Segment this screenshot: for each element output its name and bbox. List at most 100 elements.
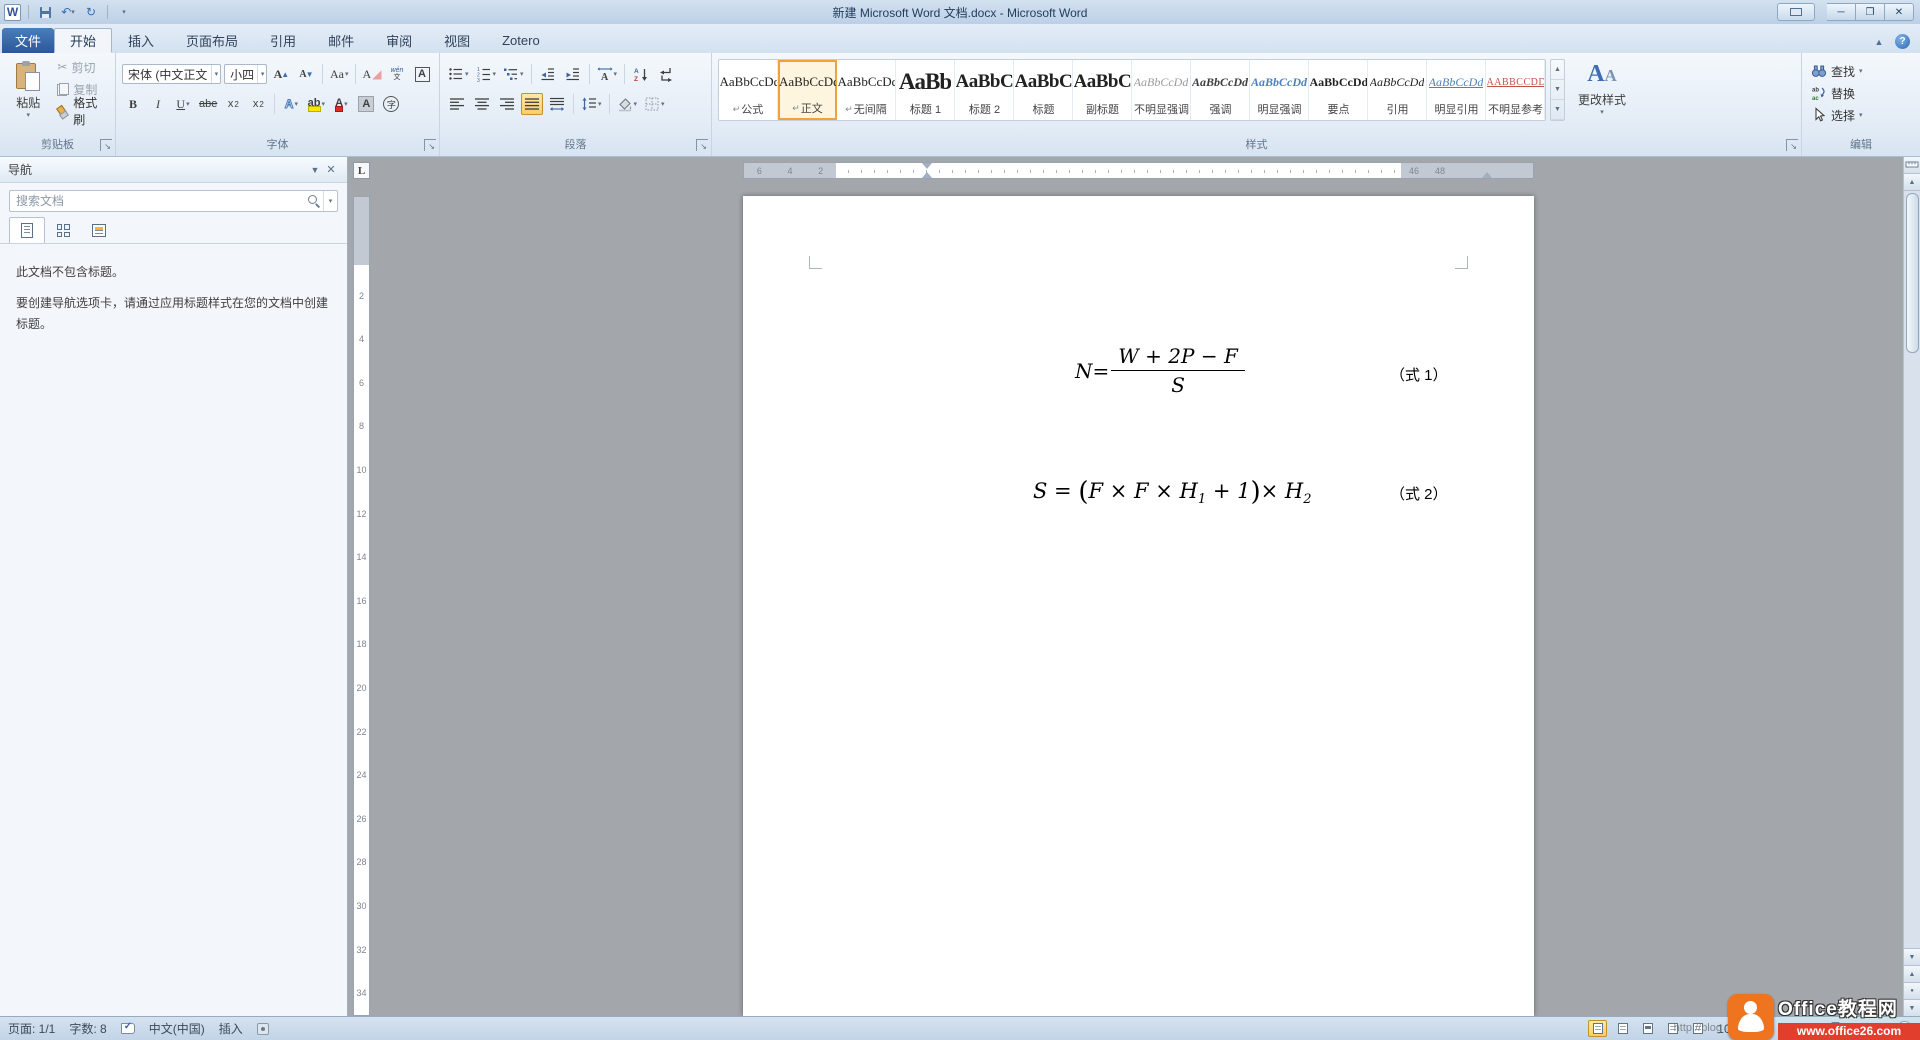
grow-font-button[interactable]: A▲	[270, 63, 292, 85]
clipboard-dialog-launcher[interactable]: ↘	[100, 139, 112, 151]
format-painter-button[interactable]: 格式刷	[54, 101, 109, 121]
tab-browse-headings[interactable]	[9, 217, 45, 243]
ribbon-tab[interactable]: 开始	[54, 28, 112, 53]
tab-browse-pages[interactable]	[45, 217, 81, 243]
proofing-status[interactable]	[121, 1023, 135, 1034]
line-spacing-button[interactable]: ▾	[579, 93, 604, 115]
show-hide-marks-button[interactable]	[655, 63, 677, 85]
style-item[interactable]: AaBbC 标题	[1014, 60, 1073, 120]
ribbon-tab[interactable]: 邮件	[312, 28, 370, 53]
style-item[interactable]: AaBb 标题 1	[896, 60, 955, 120]
style-item[interactable]: AaBbC 副标题	[1073, 60, 1132, 120]
paste-button[interactable]: 粘贴 ▾	[6, 57, 50, 131]
gallery-expand-icon[interactable]: ▼	[1551, 100, 1564, 120]
cut-button[interactable]: ✂剪切	[54, 57, 109, 77]
navigation-pane-close-icon[interactable]: ✕	[323, 162, 339, 178]
highlight-color-button[interactable]: ab▾	[305, 93, 327, 115]
page-indicator[interactable]: 页面: 1/1	[8, 1020, 55, 1037]
vertical-scrollbar[interactable]: ▲ ▼ ▲ ● ▼	[1903, 157, 1920, 1016]
multilevel-list-button[interactable]: ▾	[501, 63, 526, 85]
character-border-button[interactable]: A	[411, 63, 433, 85]
clear-formatting-button[interactable]: A◢	[361, 63, 383, 85]
search-input[interactable]	[10, 194, 305, 208]
style-item[interactable]: AaBbCcDd 强调	[1191, 60, 1250, 120]
change-styles-button[interactable]: AA 更改样式 ▾	[1569, 59, 1635, 133]
style-item[interactable]: AaBbCcDd 引用	[1368, 60, 1427, 120]
numbering-button[interactable]: ▾	[474, 63, 499, 85]
gallery-scroll-up-icon[interactable]: ▲	[1551, 60, 1564, 80]
select-button[interactable]: 选择▾	[1808, 105, 1914, 125]
bold-button[interactable]: B	[122, 93, 144, 115]
word-count[interactable]: 字数: 8	[69, 1020, 106, 1037]
tab-browse-results[interactable]	[81, 217, 117, 243]
left-indent-marker[interactable]	[922, 167, 932, 178]
search-icon[interactable]	[305, 192, 323, 210]
macro-record-button[interactable]	[257, 1023, 269, 1035]
horizontal-ruler[interactable]: 642 4648	[743, 162, 1534, 179]
tab-stop-selector[interactable]: L	[353, 162, 370, 179]
scroll-up-icon[interactable]: ▲	[1904, 174, 1920, 191]
save-button[interactable]	[36, 3, 54, 21]
right-indent-marker[interactable]	[1482, 167, 1492, 178]
text-effects-button[interactable]: A▾	[280, 93, 302, 115]
scrollbar-thumb[interactable]	[1906, 193, 1919, 353]
style-item[interactable]: AaBbCcDd ↵正文	[778, 60, 837, 120]
italic-button[interactable]: I	[147, 93, 169, 115]
style-item[interactable]: AaBbCcDd ↵公式	[719, 60, 778, 120]
align-center-button[interactable]	[471, 93, 493, 115]
font-dialog-launcher[interactable]: ↘	[424, 139, 436, 151]
language-indicator[interactable]: 中文(中国)	[149, 1020, 205, 1037]
align-left-button[interactable]	[446, 93, 468, 115]
font-size-combo[interactable]: 小四▾	[224, 64, 267, 84]
style-item[interactable]: AaBbCcDd 明显强调	[1250, 60, 1309, 120]
customize-qat-button[interactable]: ▾	[115, 3, 133, 21]
insert-mode-indicator[interactable]: 插入	[219, 1020, 243, 1037]
search-options-icon[interactable]: ▾	[323, 191, 337, 211]
styles-dialog-launcher[interactable]: ↘	[1786, 139, 1798, 151]
formula-1[interactable]: N= W + 2P − F S	[1075, 344, 1245, 397]
style-item[interactable]: AaBbCcDd ↵无间隔	[837, 60, 896, 120]
sort-button[interactable]	[630, 63, 652, 85]
previous-page-icon[interactable]: ▲	[1904, 965, 1920, 982]
strikethrough-button[interactable]: abe	[197, 93, 219, 115]
word-app-icon[interactable]: W	[4, 4, 21, 21]
style-item[interactable]: AaBbCcDd 明显引用	[1427, 60, 1486, 120]
minimize-ribbon-icon[interactable]: ▲	[1871, 35, 1887, 49]
decrease-indent-button[interactable]	[537, 63, 559, 85]
style-item[interactable]: AaBbCcDd 要点	[1309, 60, 1368, 120]
change-case-button[interactable]: Aa▾	[328, 63, 350, 85]
enclose-characters-button[interactable]: 字	[380, 93, 402, 115]
justify-button[interactable]	[521, 93, 543, 115]
tab-file[interactable]: 文件	[2, 28, 54, 53]
scroll-down-icon[interactable]: ▼	[1904, 948, 1920, 965]
find-button[interactable]: 查找▾	[1808, 61, 1914, 81]
font-name-combo[interactable]: 宋体 (中文正文▾	[122, 64, 221, 84]
close-button[interactable]: ✕	[1885, 3, 1914, 21]
phonetic-guide-button[interactable]: wén文	[386, 63, 408, 85]
navigation-pane-options-icon[interactable]: ▼	[307, 162, 323, 178]
character-shading-button[interactable]: A	[355, 93, 377, 115]
style-item[interactable]: AaBbCcDd 不明显强调	[1132, 60, 1191, 120]
ribbon-tab[interactable]: 插入	[112, 28, 170, 53]
vertical-ruler[interactable]: 246810121416182022242628303234	[353, 196, 370, 1016]
style-item[interactable]: AaBbC 标题 2	[955, 60, 1014, 120]
ribbon-tab[interactable]: Zotero	[486, 28, 556, 53]
paragraph-dialog-launcher[interactable]: ↘	[696, 139, 708, 151]
gallery-scroll-down-icon[interactable]: ▼	[1551, 80, 1564, 100]
help-icon[interactable]: ?	[1895, 34, 1910, 49]
ribbon-tab[interactable]: 引用	[254, 28, 312, 53]
restore-button[interactable]: ❐	[1856, 3, 1885, 21]
ruler-toggle-button[interactable]	[1904, 157, 1920, 174]
underline-button[interactable]: U▾	[172, 93, 194, 115]
ribbon-tab[interactable]: 视图	[428, 28, 486, 53]
ribbon-tab[interactable]: 页面布局	[170, 28, 254, 53]
web-layout-view-button[interactable]	[1638, 1020, 1657, 1037]
ribbon-tab[interactable]: 审阅	[370, 28, 428, 53]
asian-layout-button[interactable]: ▾	[595, 63, 620, 85]
distribute-button[interactable]	[546, 93, 568, 115]
document-page[interactable]: N= W + 2P − F S （式 1） S = (F × F × H1 + …	[743, 196, 1534, 1016]
display-tool-button[interactable]	[1777, 3, 1815, 21]
shading-button[interactable]: ▾	[615, 93, 640, 115]
formula-2[interactable]: S = (F × F × H1 + 1)× H2	[1033, 477, 1311, 507]
increase-indent-button[interactable]	[562, 63, 584, 85]
